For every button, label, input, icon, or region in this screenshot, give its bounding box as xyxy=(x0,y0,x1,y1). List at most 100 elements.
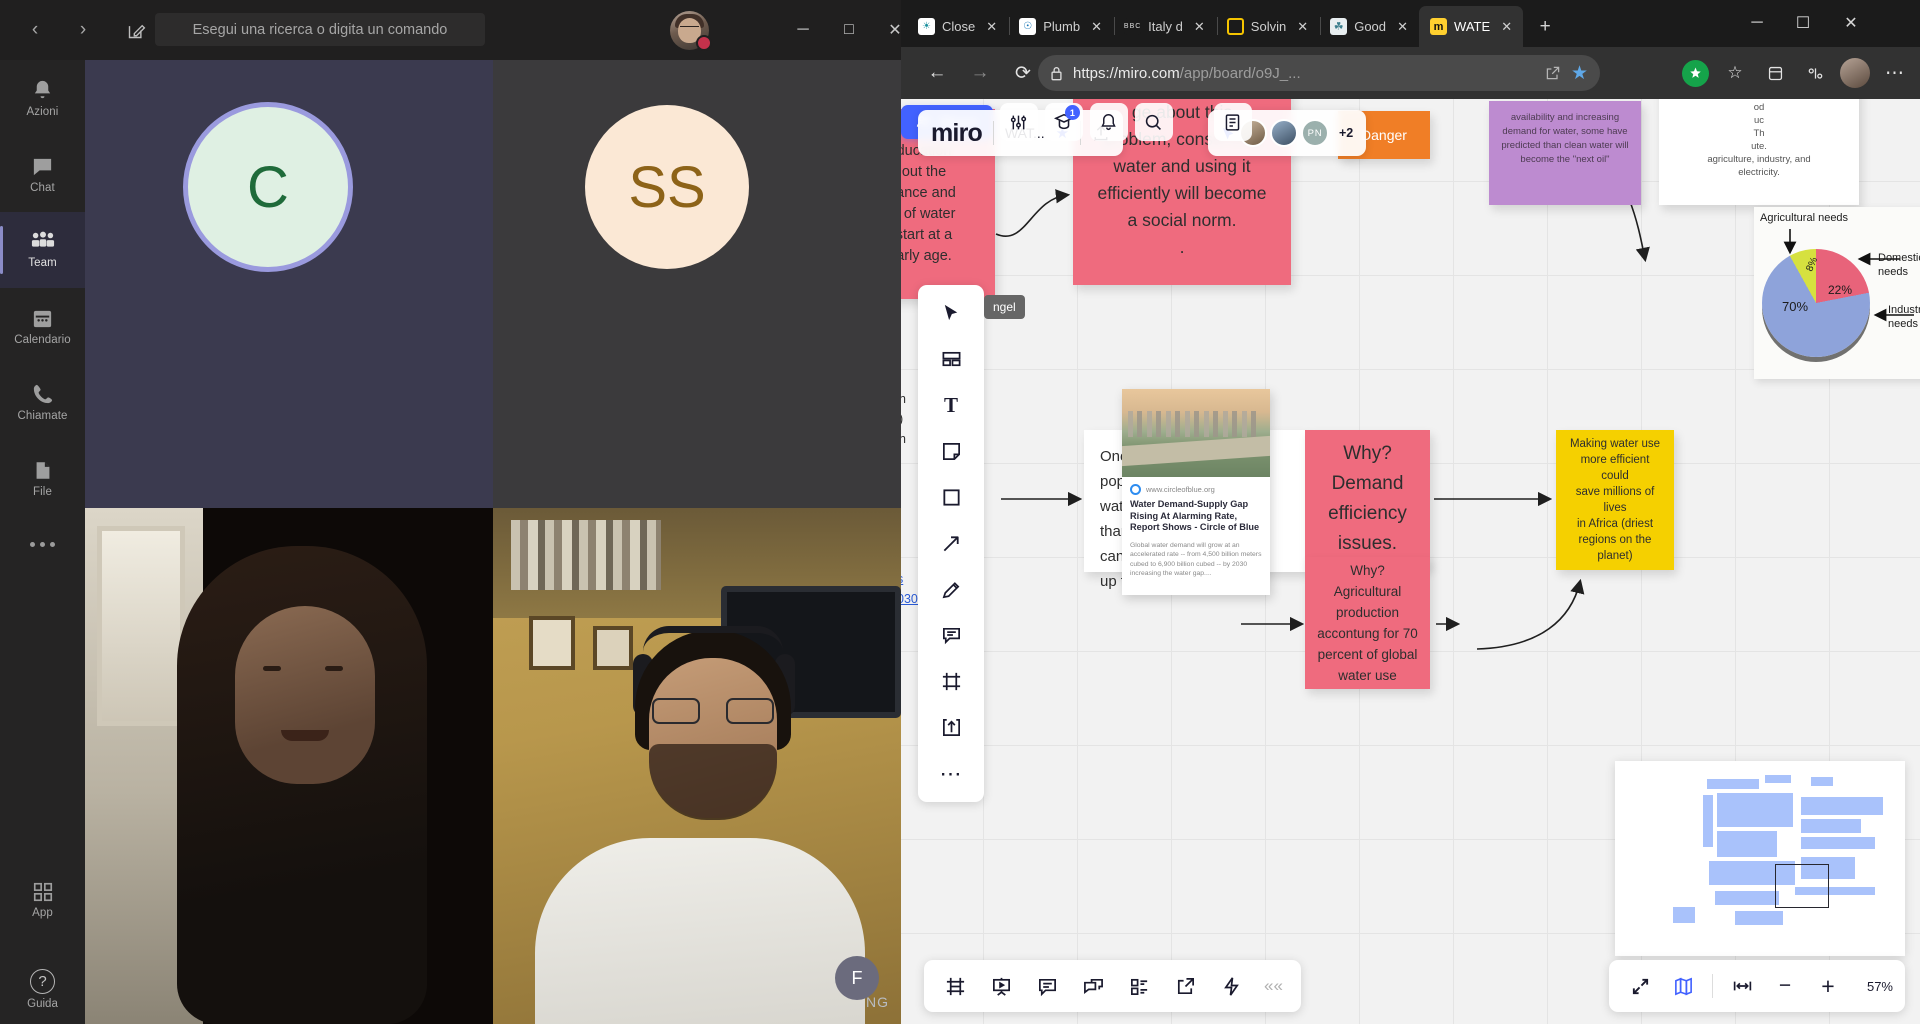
sticky-note-africa-efficiency[interactable]: Making water use more efficient could sa… xyxy=(1556,430,1674,570)
export-icon[interactable] xyxy=(1163,964,1207,1008)
upload-tool[interactable] xyxy=(927,706,975,749)
shape-tool[interactable] xyxy=(927,476,975,519)
sidebar-item-file[interactable]: File xyxy=(0,440,85,516)
avatar-initials[interactable]: PN xyxy=(1301,119,1329,147)
browser-tab-solving[interactable]: Solvin ✕ xyxy=(1216,6,1322,47)
notes-icon[interactable] xyxy=(1213,103,1252,141)
address-text: https://miro.com/app/board/o9J_... xyxy=(1073,65,1535,82)
tab-close-icon[interactable]: ✕ xyxy=(1393,17,1412,36)
participant-tile-ss[interactable]: SS xyxy=(493,60,901,508)
collaborator-overflow[interactable]: +2 xyxy=(1339,126,1353,140)
sticky-note-tool[interactable] xyxy=(927,430,975,473)
reload-button[interactable]: ⟳ xyxy=(1005,55,1041,91)
miro-logo[interactable]: miro xyxy=(931,119,983,148)
sidebar-item-team[interactable]: Team xyxy=(0,212,85,288)
pen-tool[interactable] xyxy=(927,568,975,611)
minimap-icon[interactable] xyxy=(1664,967,1702,1005)
sidebar-item-chiamate[interactable]: Chiamate xyxy=(0,364,85,440)
tab-close-icon[interactable]: ✕ xyxy=(982,17,1001,36)
browser-minimize-button[interactable]: ─ xyxy=(1734,4,1780,42)
sidebar-item-calendario[interactable]: Calendario xyxy=(0,288,85,364)
zoom-out-button[interactable]: − xyxy=(1766,967,1804,1005)
address-bar[interactable]: https://miro.com/app/board/o9J_... ★ xyxy=(1038,55,1600,91)
teams-window: ‹ › Esegui una ricerca o digita un coman… xyxy=(0,0,902,1024)
open-in-new-icon xyxy=(1546,66,1560,80)
teams-search-input[interactable]: Esegui una ricerca o digita un comando xyxy=(155,13,485,46)
sidebar-item-app[interactable]: App xyxy=(0,862,85,938)
back-button[interactable]: ← xyxy=(919,55,955,91)
settings-more-icon[interactable]: ⋯ xyxy=(1876,55,1914,91)
participant-tile-video-woman[interactable] xyxy=(85,508,493,1024)
minimap[interactable] xyxy=(1615,761,1905,956)
browser-toolbar-right: ☆ ⋯ xyxy=(1676,55,1914,91)
pie-chart-image[interactable]: Agricultural needs 70% 22% 8% Domestic n… xyxy=(1754,207,1920,379)
apps-icon[interactable] xyxy=(1209,964,1253,1008)
browser-tab-plumb[interactable]: ☉ Plumb ✕ xyxy=(1008,6,1116,47)
comments-icon[interactable] xyxy=(1025,964,1069,1008)
participant-initials-badge: F xyxy=(835,956,879,1000)
fit-screen-icon[interactable] xyxy=(1621,967,1659,1005)
collections-icon[interactable] xyxy=(1756,55,1794,91)
profile-icon[interactable] xyxy=(1836,55,1874,91)
browser-close-button[interactable]: ✕ xyxy=(1828,4,1874,42)
new-tab-button[interactable]: + xyxy=(1529,11,1561,43)
text-tool[interactable]: T xyxy=(927,384,975,427)
miro-board-canvas[interactable]: ducation out the tance and y of water st… xyxy=(901,99,1920,1024)
browser-tab-close[interactable]: ☀ Close ✕ xyxy=(907,6,1011,47)
teams-back-button[interactable]: ‹ xyxy=(18,13,52,47)
url-scheme-host: https:// xyxy=(1073,64,1119,82)
zoom-level[interactable]: 57% xyxy=(1859,979,1893,994)
sliders-icon[interactable] xyxy=(999,103,1038,141)
browser-essentials-icon[interactable] xyxy=(1676,55,1714,91)
sticky-note-demand-efficiency[interactable]: Why? Demand efficiency issues. xyxy=(1305,430,1430,568)
sidebar-item-label: Guida xyxy=(27,998,58,1010)
browser-tab-water-active[interactable]: m WATE ✕ xyxy=(1419,6,1524,47)
browser-maximize-button[interactable]: ☐ xyxy=(1780,4,1826,42)
tab-label: Good xyxy=(1354,19,1387,34)
teams-minimize-button[interactable]: ─ xyxy=(780,10,826,50)
presentation-icon[interactable] xyxy=(979,964,1023,1008)
collections-star-icon[interactable]: ☆ xyxy=(1716,55,1754,91)
templates-tool[interactable] xyxy=(927,338,975,381)
participant-tile-c[interactable]: C xyxy=(85,60,493,508)
participant-tile-video-man[interactable]: AMING F xyxy=(493,508,901,1024)
browser-tab-italy[interactable]: BBC Italy d ✕ xyxy=(1113,6,1218,47)
browser-tab-good[interactable]: ☘ Good ✕ xyxy=(1319,6,1419,47)
link-preview-card[interactable]: www.circleofblue.org Water Demand-Supply… xyxy=(1122,389,1270,595)
avatar[interactable] xyxy=(1270,119,1298,147)
search-icon[interactable] xyxy=(1134,103,1173,141)
teams-maximize-button[interactable]: □ xyxy=(826,10,872,50)
miro-icon: m xyxy=(1430,18,1448,35)
forward-button[interactable]: → xyxy=(962,55,998,91)
split-screen-icon[interactable] xyxy=(1796,55,1834,91)
zoom-in-button[interactable]: + xyxy=(1809,967,1847,1005)
sidebar-item-label: App xyxy=(32,907,53,919)
zoom-to-fit-icon[interactable] xyxy=(1723,967,1761,1005)
sidebar-item-guida[interactable]: ? Guida xyxy=(0,969,85,1010)
select-tool[interactable] xyxy=(927,292,975,335)
tab-close-icon[interactable]: ✕ xyxy=(1497,17,1516,36)
collapse-toolbar-icon[interactable]: «« xyxy=(1255,976,1292,996)
cards-icon[interactable] xyxy=(1117,964,1161,1008)
sidebar-item-azioni[interactable]: Azioni xyxy=(0,60,85,136)
chat-icon[interactable] xyxy=(1071,964,1115,1008)
tab-close-icon[interactable]: ✕ xyxy=(1293,17,1312,36)
tab-close-icon[interactable]: ✕ xyxy=(1087,17,1106,36)
sidebar-more-icon[interactable] xyxy=(0,516,85,572)
minimap-viewport[interactable] xyxy=(1775,864,1829,908)
bell-icon[interactable] xyxy=(1089,103,1128,141)
frame-tool[interactable] xyxy=(927,660,975,703)
frames-icon[interactable] xyxy=(933,964,977,1008)
connector-tool[interactable] xyxy=(927,522,975,565)
compose-icon[interactable] xyxy=(118,12,154,48)
sticky-note-agricultural-production[interactable]: Why? Agricultural production accontung f… xyxy=(1305,557,1430,689)
link-source-text: www.circleofblue.org xyxy=(1146,485,1215,494)
sidebar-item-label: Azioni xyxy=(26,105,59,118)
comment-tool[interactable] xyxy=(927,614,975,657)
tab-close-icon[interactable]: ✕ xyxy=(1190,17,1209,36)
more-tools-icon[interactable]: ⋯ xyxy=(927,752,975,795)
sidebar-item-chat[interactable]: Chat xyxy=(0,136,85,212)
teams-forward-button[interactable]: › xyxy=(66,13,100,47)
education-icon[interactable]: 1 xyxy=(1044,103,1083,141)
favorite-star-icon[interactable]: ★ xyxy=(1571,62,1588,85)
